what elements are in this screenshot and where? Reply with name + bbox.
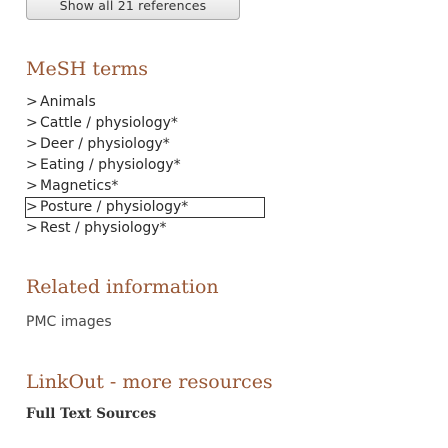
mesh-term-label: Cattle / physiology* — [40, 115, 178, 131]
mesh-term-label: Posture / physiology* — [40, 199, 189, 215]
chevron-right-icon: > — [26, 199, 38, 215]
mesh-term-rest[interactable]: > Rest / physiology* — [26, 218, 266, 239]
mesh-term-label: Animals — [40, 94, 96, 110]
mesh-term-label: Magnetics* — [40, 178, 119, 194]
mesh-term-label: Eating / physiology* — [40, 157, 181, 173]
mesh-terms-list: > Animals > Cattle / physiology* > Deer … — [25, 92, 266, 239]
mesh-term-label: Deer / physiology* — [40, 136, 170, 152]
mesh-term-eating[interactable]: > Eating / physiology* — [26, 155, 266, 176]
linkout-heading: LinkOut - more resources — [26, 371, 273, 393]
mesh-term-cattle[interactable]: > Cattle / physiology* — [26, 113, 266, 134]
chevron-right-icon: > — [26, 178, 38, 194]
mesh-term-deer[interactable]: > Deer / physiology* — [26, 134, 266, 155]
show-all-references-button[interactable]: Show all 21 references — [26, 0, 240, 20]
chevron-right-icon: > — [26, 220, 38, 236]
pmc-images-link[interactable]: PMC images — [26, 314, 112, 330]
mesh-term-label: Rest / physiology* — [40, 220, 167, 236]
full-text-sources-heading: Full Text Sources — [26, 406, 157, 422]
mesh-term-magnetics[interactable]: > Magnetics* — [26, 176, 266, 197]
chevron-right-icon: > — [26, 94, 38, 110]
chevron-right-icon: > — [26, 115, 38, 131]
chevron-right-icon: > — [26, 157, 38, 173]
related-information-heading: Related information — [26, 276, 219, 298]
chevron-right-icon: > — [26, 136, 38, 152]
show-all-references-label: Show all 21 references — [59, 0, 207, 13]
mesh-term-animals[interactable]: > Animals — [26, 92, 266, 113]
mesh-term-posture[interactable]: > Posture / physiology* — [25, 197, 265, 218]
mesh-terms-heading: MeSH terms — [26, 58, 149, 80]
